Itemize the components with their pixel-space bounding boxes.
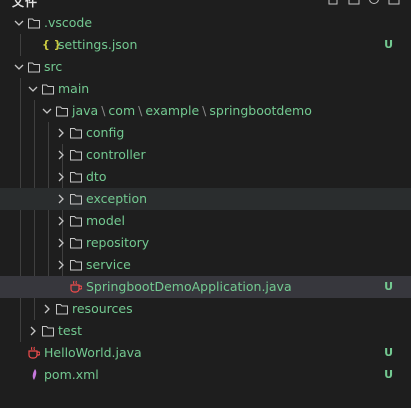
git-status-badge: U bbox=[384, 368, 393, 381]
folder-open-icon bbox=[56, 106, 68, 117]
explorer-title: 文件 bbox=[12, 0, 39, 9]
folder-open-icon bbox=[28, 18, 40, 29]
tree-item-label: service bbox=[86, 257, 131, 272]
maven-feather-icon bbox=[32, 369, 37, 380]
folder-icon bbox=[42, 326, 54, 337]
new-folder-icon[interactable] bbox=[347, 0, 361, 6]
folder-icon bbox=[70, 128, 82, 139]
tree-item-label: dto bbox=[86, 169, 107, 184]
path-separator: \ bbox=[138, 103, 143, 118]
refresh-icon[interactable] bbox=[367, 0, 381, 6]
git-status-badge: U bbox=[384, 280, 393, 293]
explorer-header: 文件 bbox=[0, 0, 411, 9]
tree-item-label: java \ com \ example \ springbootdemo bbox=[72, 100, 312, 122]
tree-item-pom-xml[interactable]: pom.xml U bbox=[0, 364, 411, 386]
folder-icon bbox=[56, 304, 68, 315]
tree-item-label: model bbox=[86, 213, 125, 228]
tree-item-springboot-app-java[interactable]: SpringbootDemoApplication.java U bbox=[0, 276, 411, 298]
tree-item-helloworld-java[interactable]: HelloWorld.java U bbox=[0, 342, 411, 364]
tree-item-main[interactable]: main bbox=[0, 78, 411, 100]
tree-item-label: main bbox=[58, 81, 90, 96]
tree-item-resources[interactable]: resources bbox=[0, 298, 411, 320]
tree-item-label: exception bbox=[86, 191, 148, 206]
folder-icon bbox=[70, 150, 82, 161]
tree-item-label: repository bbox=[86, 235, 150, 250]
tree-item-label: HelloWorld.java bbox=[44, 345, 142, 360]
git-status-badge: U bbox=[384, 38, 393, 51]
tree-item-src[interactable]: src bbox=[0, 56, 411, 78]
path-segment-springbootdemo: springbootdemo bbox=[209, 103, 312, 118]
chevron-right-icon bbox=[58, 128, 64, 138]
chevron-right-icon bbox=[58, 150, 64, 160]
explorer-actions bbox=[327, 0, 401, 6]
path-separator: \ bbox=[101, 103, 106, 118]
chevron-right-icon bbox=[58, 238, 64, 248]
path-segment-java: java bbox=[72, 103, 99, 118]
collapse-all-icon[interactable] bbox=[387, 0, 401, 6]
git-status-badge: U bbox=[384, 346, 393, 359]
tree-item-config[interactable]: config bbox=[0, 122, 411, 144]
path-separator: \ bbox=[202, 103, 207, 118]
tree-item-controller[interactable]: controller bbox=[0, 144, 411, 166]
folder-icon bbox=[70, 238, 82, 249]
folder-icon bbox=[70, 172, 82, 183]
java-file-icon bbox=[70, 280, 82, 293]
tree-item-label: resources bbox=[72, 301, 133, 316]
chevron-right-icon bbox=[58, 260, 64, 270]
new-file-icon[interactable] bbox=[327, 0, 341, 6]
tree-item-vscode[interactable]: .vscode bbox=[0, 12, 411, 34]
tree-item-settings-json[interactable]: { } settings.json U bbox=[0, 34, 411, 56]
folder-icon bbox=[70, 216, 82, 227]
chevron-down-icon bbox=[14, 20, 24, 26]
folder-icon bbox=[70, 260, 82, 271]
chevron-right-icon bbox=[30, 326, 36, 336]
chevron-down-icon bbox=[28, 86, 38, 92]
java-file-icon bbox=[28, 346, 40, 359]
folder-open-icon bbox=[42, 84, 54, 95]
tree-item-service[interactable]: service bbox=[0, 254, 411, 276]
chevron-right-icon bbox=[44, 304, 50, 314]
tree-item-label: pom.xml bbox=[44, 367, 99, 382]
chevron-right-icon bbox=[58, 194, 64, 204]
tree-item-label: config bbox=[86, 125, 125, 140]
folder-open-icon bbox=[28, 62, 40, 73]
tree-item-label: controller bbox=[86, 147, 146, 162]
tree-item-label: src bbox=[44, 59, 63, 74]
folder-icon bbox=[70, 194, 82, 205]
tree-item-label: settings.json bbox=[58, 37, 138, 52]
tree-item-exception[interactable]: exception bbox=[0, 188, 411, 210]
path-segment-com: com bbox=[108, 103, 136, 118]
tree-item-model[interactable]: model bbox=[0, 210, 411, 232]
path-segment-example: example bbox=[145, 103, 200, 118]
chevron-right-icon bbox=[58, 172, 64, 182]
tree-item-label: SpringbootDemoApplication.java bbox=[86, 279, 292, 294]
tree-item-test[interactable]: test bbox=[0, 320, 411, 342]
chevron-down-icon bbox=[42, 108, 52, 114]
chevron-right-icon bbox=[58, 216, 64, 226]
tree-item-dto[interactable]: dto bbox=[0, 166, 411, 188]
chevron-down-icon bbox=[14, 64, 24, 70]
tree-item-label: test bbox=[58, 323, 83, 338]
file-tree: .vscode { } settings.json U src main jav… bbox=[0, 12, 411, 386]
tree-item-java-package[interactable]: java \ com \ example \ springbootdemo bbox=[0, 100, 411, 122]
tree-item-label: .vscode bbox=[44, 15, 93, 30]
tree-item-repository[interactable]: repository bbox=[0, 232, 411, 254]
